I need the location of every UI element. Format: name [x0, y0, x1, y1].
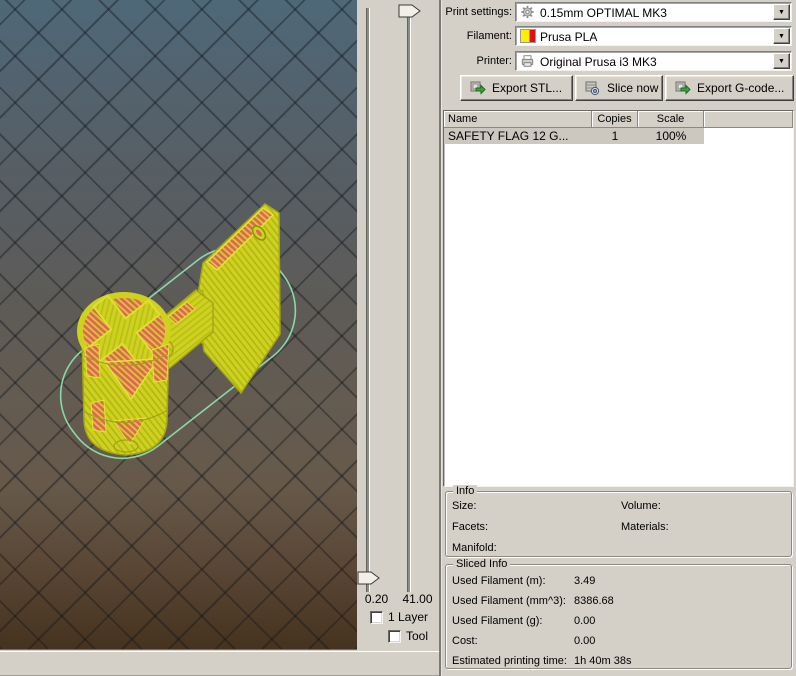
layer-low-value: 0.20 [364, 592, 389, 606]
one-layer-checkbox-row[interactable]: 1 Layer [369, 610, 428, 624]
layer-high-value: 41.00 [402, 592, 433, 606]
model-cylinder-part[interactable] [71, 278, 178, 456]
printer-label: Printer: [476, 55, 512, 67]
used-filament-m-label: Used Filament (m): [452, 575, 546, 587]
filament-combobox[interactable]: Prusa PLA ▼ [515, 26, 792, 46]
info-title: Info [453, 485, 478, 497]
filament-value: Prusa PLA [540, 30, 598, 44]
column-header-filler [704, 111, 793, 128]
printer-icon [521, 55, 534, 67]
bottom-strip [0, 651, 439, 676]
column-header-scale[interactable]: Scale [638, 111, 704, 128]
object-row-selected[interactable]: SAFETY FLAG 12 G... 1 100% [444, 128, 793, 144]
layer-slider-low-track[interactable] [366, 8, 370, 592]
used-filament-g-value: 0.00 [574, 615, 596, 627]
print-settings-value: 0.15mm OPTIMAL MK3 [540, 6, 667, 20]
print-settings-dropdown-button[interactable]: ▼ [773, 4, 790, 20]
print-settings-combobox[interactable]: 0.15mm OPTIMAL MK3 ▼ [515, 2, 792, 22]
layer-slider-low-thumb[interactable] [357, 571, 381, 585]
materials-label: Materials: [621, 521, 669, 533]
export-gcode-icon [675, 81, 691, 95]
filament-dropdown-button[interactable]: ▼ [773, 28, 790, 44]
print-settings-label: Print settings: [445, 6, 512, 18]
used-filament-m-value: 3.49 [574, 575, 596, 587]
dropdown-arrow-icon: ▼ [778, 57, 785, 65]
export-gcode-button[interactable]: Export G-code... [665, 75, 794, 101]
export-stl-label: Export STL... [492, 81, 563, 95]
layer-slider-high-thumb[interactable] [398, 4, 422, 18]
filament-color-swatch-icon [520, 29, 536, 43]
printer-row: Printer: Original Prusa i3 MK3 ▼ [442, 51, 796, 72]
estimated-time-label: Estimated printing time: [452, 655, 567, 667]
info-groupbox: Info Size: Volume: Facets: Materials: Ma… [445, 485, 792, 557]
slice-now-icon [585, 81, 600, 96]
tool-checkbox[interactable] [387, 629, 401, 643]
slice-now-button[interactable]: Slice now [575, 75, 663, 101]
export-stl-icon [470, 81, 486, 95]
filament-row: Filament: Prusa PLA ▼ [442, 26, 796, 47]
printer-dropdown-button[interactable]: ▼ [773, 53, 790, 69]
object-copies-cell: 1 [592, 128, 638, 144]
one-layer-checkbox[interactable] [369, 610, 383, 624]
column-header-copies[interactable]: Copies [592, 111, 638, 128]
filament-label: Filament: [466, 30, 512, 42]
tool-label: Tool [405, 629, 428, 643]
printer-value: Original Prusa i3 MK3 [540, 55, 657, 69]
slice-now-label: Slice now [607, 81, 659, 95]
used-filament-mm3-label: Used Filament (mm^3): [452, 595, 566, 607]
3d-viewport[interactable] [0, 0, 357, 650]
object-list: Name Copies Scale SAFETY FLAG 12 G... 1 … [443, 110, 794, 487]
sliced-info-groupbox: Sliced Info Used Filament (m): 3.49 Used… [445, 558, 792, 669]
object-name-cell: SAFETY FLAG 12 G... [444, 128, 592, 144]
column-header-name[interactable]: Name [444, 111, 592, 128]
printer-combobox[interactable]: Original Prusa i3 MK3 ▼ [515, 51, 792, 71]
dropdown-arrow-icon: ▼ [778, 8, 785, 16]
tool-checkbox-row[interactable]: Tool [387, 629, 428, 643]
facets-label: Facets: [452, 521, 489, 533]
layer-slider-pane: 0.20 41.00 1 Layer Tool [357, 0, 439, 651]
dropdown-arrow-icon: ▼ [778, 32, 785, 40]
estimated-time-value: 1h 40m 38s [574, 655, 632, 667]
sliced-info-title: Sliced Info [453, 558, 511, 570]
settings-panel: Print settings: 0.15mm OPTIMAL MK3 ▼ Fil… [442, 0, 796, 676]
export-stl-button[interactable]: Export STL... [460, 75, 573, 101]
used-filament-g-label: Used Filament (g): [452, 615, 543, 627]
export-gcode-label: Export G-code... [697, 81, 785, 95]
gear-icon [521, 5, 534, 19]
object-list-header: Name Copies Scale [444, 111, 793, 128]
sliced-model-render [59, 203, 297, 460]
cost-label: Cost: [452, 635, 478, 647]
size-label: Size: [452, 500, 477, 512]
print-settings-row: Print settings: 0.15mm OPTIMAL MK3 ▼ [442, 2, 796, 23]
layer-slider-high-track[interactable] [407, 8, 411, 592]
object-scale-cell: 100% [638, 128, 704, 144]
slicer-plater-window: 0.20 41.00 1 Layer Tool Print settings: [0, 0, 796, 676]
one-layer-label: 1 Layer [387, 610, 428, 624]
cost-value: 0.00 [574, 635, 596, 647]
manifold-label: Manifold: [452, 542, 497, 554]
used-filament-mm3-value: 8386.68 [574, 595, 614, 607]
volume-label: Volume: [621, 500, 661, 512]
